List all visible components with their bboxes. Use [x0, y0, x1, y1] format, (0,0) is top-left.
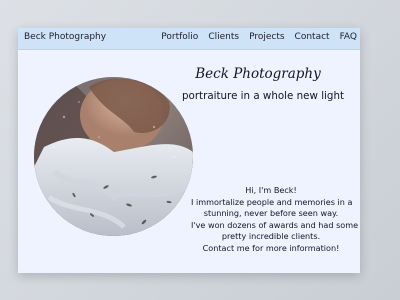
intro-line-greeting: Hi, I'm Beck! — [245, 185, 297, 195]
nav-item-clients[interactable]: Clients — [208, 32, 239, 42]
top-navigation-bar: Beck Photography Portfolio Clients Proje… — [18, 28, 360, 50]
nav-menu: Portfolio Clients Projects Contact FAQ — [161, 32, 357, 42]
intro-line: I've won dozens of awards and had some — [191, 219, 359, 230]
intro-text: Hi, I'm Beck! I immortalize people and m… — [191, 185, 359, 255]
intro-line: stunning, never before seen way. — [203, 208, 339, 219]
intro-line-contact: Contact me for more information! — [202, 242, 340, 253]
nav-item-projects[interactable]: Projects — [249, 32, 284, 42]
nav-item-faq[interactable]: FAQ — [340, 32, 357, 42]
portrait-image — [34, 77, 193, 236]
brand-link[interactable]: Beck Photography — [24, 32, 106, 42]
intro-line: pretty incredible clients. — [221, 231, 321, 242]
hero-subtitle-text: portraiture in a whole new light — [181, 90, 345, 102]
nav-item-portfolio[interactable]: Portfolio — [161, 32, 198, 42]
nav-item-contact[interactable]: Contact — [295, 32, 330, 42]
hero-title-text: Beck Photography — [195, 66, 321, 82]
portrait-photo — [34, 77, 193, 236]
hero-subtitle: portraiture in a whole new light — [182, 90, 344, 102]
hero-title: Beck Photography — [195, 66, 321, 82]
website-window: Beck Photography Portfolio Clients Proje… — [18, 28, 360, 273]
intro-line: I immortalize people and memories in a — [191, 196, 353, 207]
